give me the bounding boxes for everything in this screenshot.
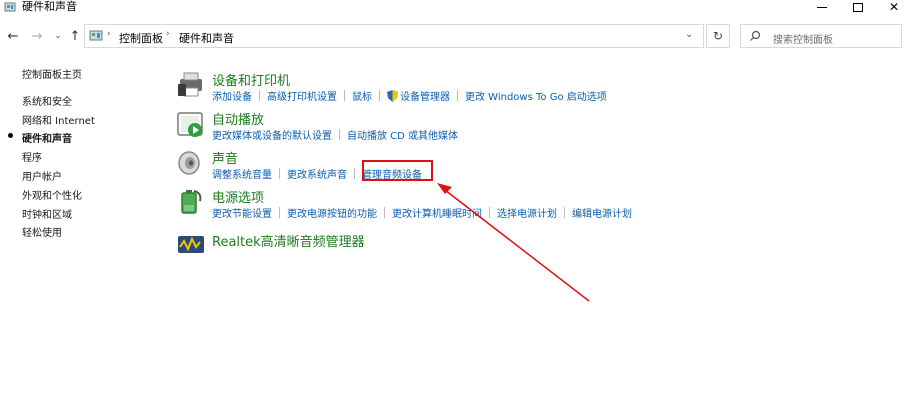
close-icon: ✕: [888, 0, 900, 14]
sidebar-item-programs[interactable]: 程序: [22, 149, 42, 164]
divider: [457, 90, 458, 101]
battery-icon: [181, 190, 202, 214]
sidebar-item-ease-of-access[interactable]: 轻松使用: [22, 224, 62, 239]
divider: [354, 168, 355, 179]
address-bar[interactable]: › 控制面板 › 硬件和声音 ⌄: [84, 24, 704, 48]
control-panel-icon: [4, 2, 16, 12]
chevron-right-icon: ›: [107, 29, 111, 39]
title-bar: 硬件和声音 ✕: [0, 0, 907, 22]
divider: [259, 90, 260, 101]
divider: [279, 168, 280, 179]
sidebar-item-network[interactable]: 网络和 Internet: [22, 112, 95, 127]
chevron-down-icon: ⌄: [54, 31, 62, 41]
category-title[interactable]: 设备和打印机: [212, 70, 290, 89]
annotation-arrow: [437, 183, 590, 302]
link-adjust-volume[interactable]: 调整系统音量: [212, 166, 272, 181]
category-links: 更改媒体或设备的默认设置 自动播放 CD 或其他媒体: [212, 127, 458, 142]
link-windows-to-go[interactable]: 更改 Windows To Go 启动选项: [465, 88, 607, 103]
divider: [379, 90, 380, 101]
category-title[interactable]: Realtek高清晰音频管理器: [212, 231, 365, 250]
breadcrumb-hardware-sound[interactable]: 硬件和声音: [179, 30, 234, 46]
category-title[interactable]: 电源选项: [212, 187, 264, 206]
link-power-saving[interactable]: 更改节能设置: [212, 205, 272, 220]
divider: [339, 129, 340, 140]
category-title[interactable]: 声音: [212, 148, 238, 167]
search-box[interactable]: 搜索控制面板: [740, 24, 902, 48]
link-edit-power-plan[interactable]: 编辑电源计划: [572, 205, 632, 220]
refresh-button[interactable]: ↻: [706, 24, 730, 48]
divider: [279, 207, 280, 218]
breadcrumb-control-panel[interactable]: 控制面板: [119, 30, 163, 46]
sidebar-item-system-security[interactable]: 系统和安全: [22, 93, 72, 108]
printer-icon: [178, 72, 202, 97]
speaker-icon: [178, 151, 200, 175]
minimize-icon: [817, 6, 827, 8]
recent-locations-button[interactable]: ⌄: [50, 28, 66, 44]
arrow-left-icon: ←: [7, 28, 19, 44]
link-mouse[interactable]: 鼠标: [352, 88, 372, 103]
link-device-manager[interactable]: 设备管理器: [400, 88, 450, 103]
sidebar-item-user-accounts[interactable]: 用户帐户: [22, 168, 62, 183]
arrow-right-icon: →: [31, 28, 43, 44]
back-button[interactable]: ←: [5, 28, 21, 44]
control-panel-icon: [89, 30, 103, 41]
link-media-defaults[interactable]: 更改媒体或设备的默认设置: [212, 127, 332, 142]
link-add-device[interactable]: 添加设备: [212, 88, 252, 103]
sidebar-item-hardware-sound[interactable]: 硬件和声音: [22, 130, 72, 145]
sidebar-item-home[interactable]: 控制面板主页: [22, 66, 82, 81]
link-choose-power-plan[interactable]: 选择电源计划: [497, 205, 557, 220]
maximize-icon: [853, 2, 863, 12]
link-power-button[interactable]: 更改电源按钮的功能: [287, 205, 377, 220]
uac-shield-icon: [387, 90, 398, 102]
highlight-box: [362, 160, 433, 181]
forward-button[interactable]: →: [29, 28, 45, 44]
autoplay-icon: [177, 112, 203, 137]
navigation-bar: ← → ⌄ ↑ › 控制面板 › 硬件和声音 ⌄ ↻ 搜索控制面板: [0, 22, 907, 50]
divider: [384, 207, 385, 218]
up-button[interactable]: ↑: [67, 28, 83, 44]
divider: [564, 207, 565, 218]
divider: [489, 207, 490, 218]
sidebar-item-appearance[interactable]: 外观和个性化: [22, 187, 82, 202]
address-dropdown-icon[interactable]: ⌄: [685, 29, 693, 40]
close-button[interactable]: ✕: [872, 0, 907, 14]
refresh-icon: ↻: [712, 29, 724, 43]
realtek-icon: [178, 236, 204, 253]
search-placeholder: 搜索控制面板: [773, 35, 833, 46]
window-title: 硬件和声音: [22, 0, 77, 13]
category-links: 更改节能设置 更改电源按钮的功能 更改计算机睡眠时间 选择电源计划 编辑电源计划: [212, 205, 632, 220]
chevron-right-icon: ›: [166, 29, 170, 39]
divider: [344, 90, 345, 101]
link-change-system-sounds[interactable]: 更改系统声音: [287, 166, 347, 181]
active-bullet-icon: [8, 133, 13, 138]
link-autoplay-cd[interactable]: 自动播放 CD 或其他媒体: [347, 127, 458, 142]
sidebar-item-clock-region[interactable]: 时钟和区域: [22, 206, 72, 221]
arrow-up-icon: ↑: [69, 28, 81, 44]
search-icon: [750, 30, 761, 41]
category-links: 添加设备 高级打印机设置 鼠标 设备管理器 更改 Windows To Go 启动选项: [212, 88, 607, 103]
category-title[interactable]: 自动播放: [212, 109, 264, 128]
link-advanced-printer-settings[interactable]: 高级打印机设置: [267, 88, 337, 103]
link-sleep-time[interactable]: 更改计算机睡眠时间: [392, 205, 482, 220]
